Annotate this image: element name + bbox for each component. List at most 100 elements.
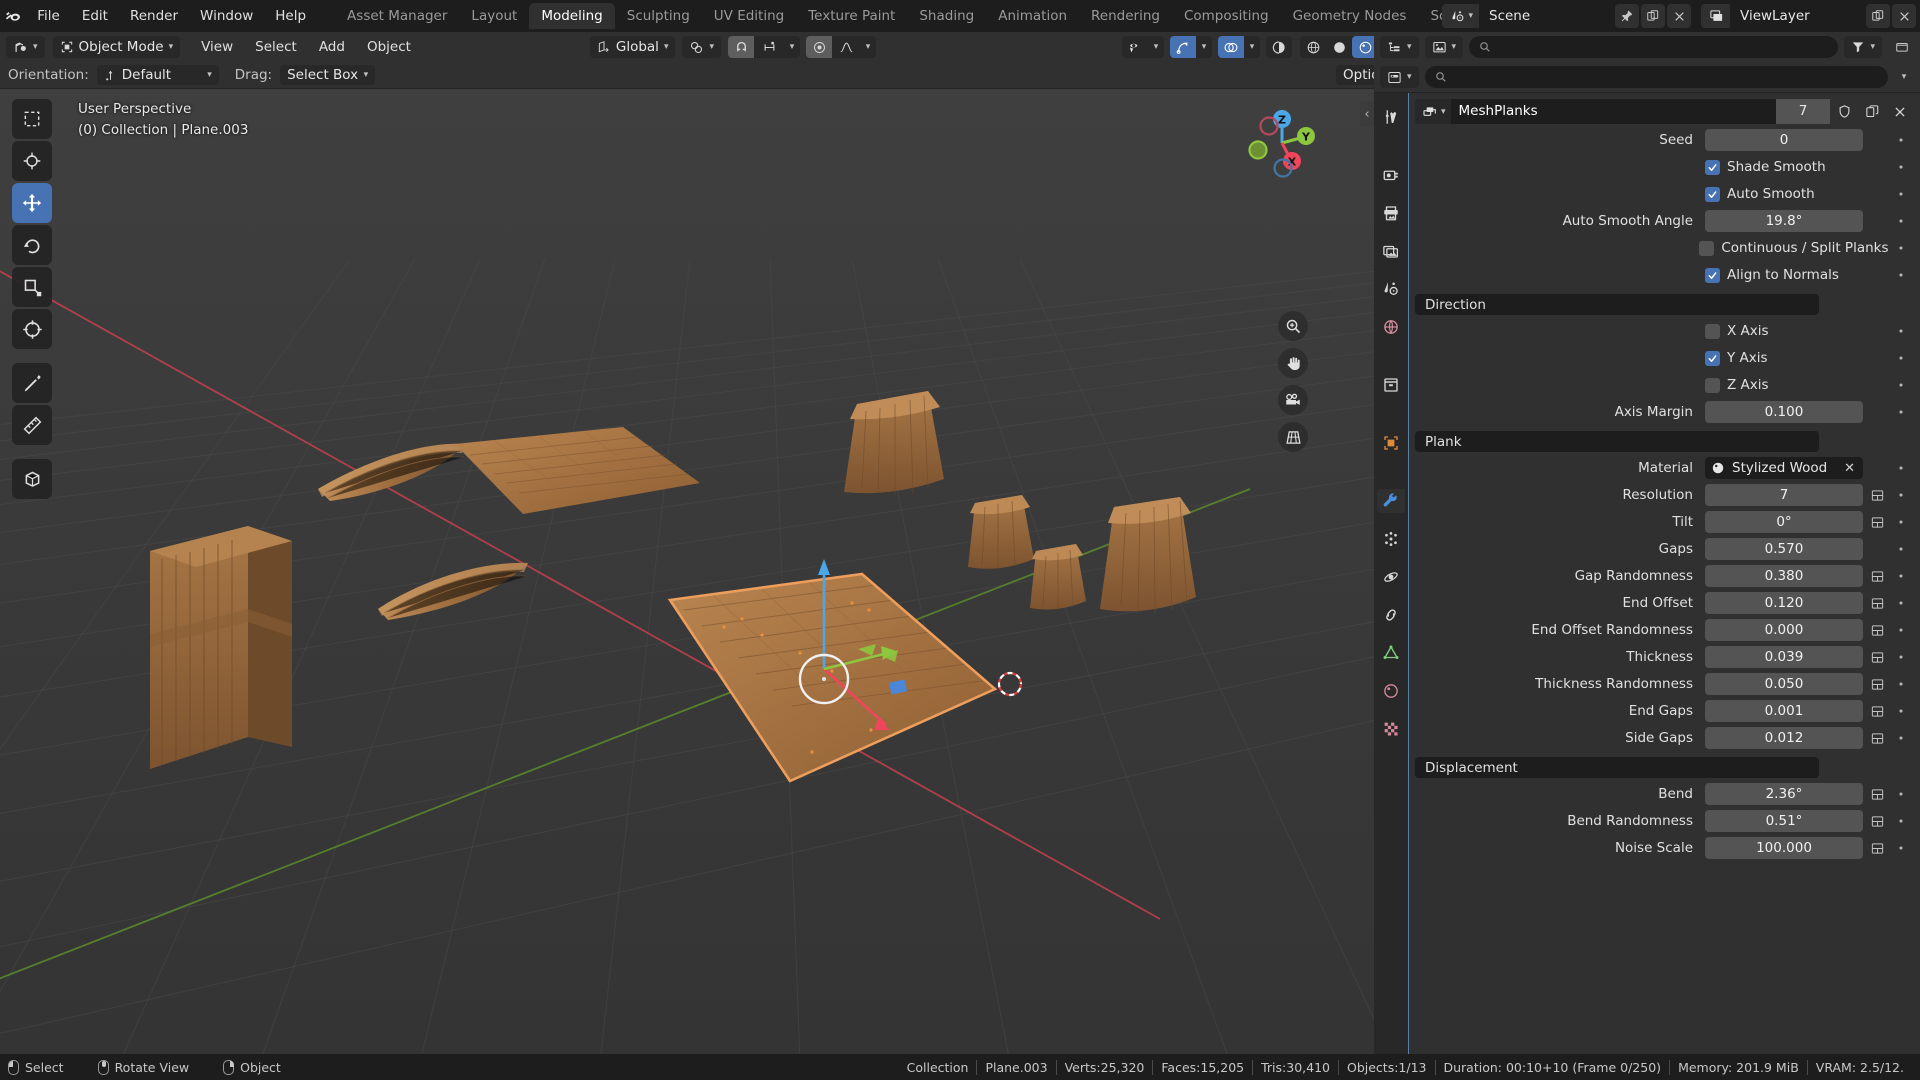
pan-hand-icon[interactable] bbox=[1278, 348, 1308, 378]
transform-tool[interactable] bbox=[12, 309, 52, 349]
render-tab[interactable] bbox=[1377, 163, 1405, 187]
viewport-canvas[interactable] bbox=[0, 89, 1374, 1062]
checkbox-auto-smooth[interactable] bbox=[1705, 186, 1720, 202]
falloff-smooth-icon[interactable] bbox=[832, 36, 860, 58]
workspace-tab-asset-manager[interactable]: Asset Manager bbox=[335, 3, 459, 29]
property-value-field[interactable]: 0.100 bbox=[1705, 401, 1863, 423]
animate-property-dot[interactable] bbox=[1888, 218, 1914, 224]
object-visibility-icon[interactable] bbox=[1122, 36, 1148, 58]
new-viewlayer-icon[interactable] bbox=[1866, 4, 1890, 28]
properties-section-direction[interactable]: Direction bbox=[1415, 294, 1819, 315]
view-layer-icon[interactable] bbox=[1701, 4, 1730, 28]
animate-property-dot[interactable] bbox=[1888, 818, 1914, 824]
scene-tab[interactable] bbox=[1377, 277, 1405, 301]
property-value-field[interactable]: 0° bbox=[1705, 511, 1863, 533]
material-tab[interactable] bbox=[1377, 679, 1405, 703]
annotate-tool[interactable] bbox=[12, 363, 52, 403]
node-input-icon[interactable] bbox=[1866, 592, 1888, 614]
property-value-field[interactable]: 2.36° bbox=[1705, 783, 1863, 805]
duplicate-icon[interactable] bbox=[1858, 99, 1886, 124]
checkbox-shade-smooth[interactable] bbox=[1705, 159, 1720, 175]
3d-viewport[interactable]: User Perspective (0) Collection | Plane.… bbox=[0, 89, 1374, 1062]
property-value-field[interactable]: 0 bbox=[1705, 129, 1863, 151]
animate-property-dot[interactable] bbox=[1888, 681, 1914, 687]
outliner-icon[interactable]: ▾ bbox=[1380, 36, 1419, 58]
collection-tab[interactable] bbox=[1377, 373, 1405, 397]
rotate-tool[interactable] bbox=[12, 225, 52, 265]
chevron-down-icon[interactable]: ▾ bbox=[1148, 42, 1164, 52]
shading-solid-icon[interactable] bbox=[1326, 36, 1352, 58]
node-input-icon[interactable] bbox=[1866, 673, 1888, 695]
menu-item-window[interactable]: Window bbox=[189, 5, 264, 27]
node-input-icon[interactable] bbox=[1866, 727, 1888, 749]
chevron-down-icon[interactable]: ▾ bbox=[784, 42, 800, 52]
chevron-down-icon[interactable]: ▾ bbox=[1244, 42, 1260, 52]
animate-property-dot[interactable] bbox=[1888, 465, 1914, 471]
snap-magnet-icon[interactable] bbox=[728, 36, 754, 58]
gizmo-group[interactable]: ▾ bbox=[1170, 36, 1212, 58]
navigation-gizmo[interactable]: Z Y X bbox=[1242, 103, 1322, 183]
modifier-tab[interactable] bbox=[1377, 489, 1405, 513]
workspace-tab-layout[interactable]: Layout bbox=[459, 3, 529, 29]
property-value-field[interactable]: 0.570 bbox=[1705, 538, 1863, 560]
pivot-point-icon[interactable]: ▾ bbox=[682, 36, 721, 58]
viewport-menu-view[interactable]: View bbox=[190, 36, 244, 58]
node-input-icon[interactable] bbox=[1866, 565, 1888, 587]
property-value-field[interactable]: 0.51° bbox=[1705, 810, 1863, 832]
shading-wireframe-icon[interactable] bbox=[1300, 36, 1326, 58]
animate-property-dot[interactable] bbox=[1888, 191, 1914, 197]
animate-property-dot[interactable] bbox=[1888, 546, 1914, 552]
particles-tab[interactable] bbox=[1377, 527, 1405, 551]
checkbox-x-axis[interactable] bbox=[1705, 323, 1720, 339]
menu-item-render[interactable]: Render bbox=[119, 5, 189, 27]
animate-property-dot[interactable] bbox=[1888, 654, 1914, 660]
overlays-icon[interactable] bbox=[1218, 36, 1244, 58]
chevron-down-icon[interactable]: ▾ bbox=[1894, 72, 1914, 82]
animate-property-dot[interactable] bbox=[1889, 245, 1914, 251]
outliner-search-input[interactable] bbox=[1469, 36, 1839, 58]
tweak-select-box-tool[interactable] bbox=[12, 99, 52, 139]
node-input-icon[interactable] bbox=[1866, 837, 1888, 859]
proportional-editing-group[interactable]: ▾ bbox=[806, 36, 876, 58]
close-icon-viewlayer[interactable] bbox=[1892, 4, 1916, 28]
chevron-down-icon[interactable]: ▾ bbox=[860, 42, 876, 52]
geometry-nodes-icon[interactable]: ▾ bbox=[1415, 99, 1451, 124]
zoom-icon[interactable] bbox=[1278, 311, 1308, 341]
checkbox-continuous-split-planks[interactable] bbox=[1699, 240, 1715, 256]
snapping-group[interactable]: ▾ bbox=[728, 36, 800, 58]
workspace-tab-modeling[interactable]: Modeling bbox=[529, 3, 615, 29]
animate-property-dot[interactable] bbox=[1888, 409, 1914, 415]
workspace-tab-animation[interactable]: Animation bbox=[986, 3, 1079, 29]
modifier-name[interactable]: MeshPlanks bbox=[1450, 99, 1776, 124]
material-selector[interactable]: Stylized Wood ✕ bbox=[1705, 457, 1863, 479]
property-value-field[interactable]: 100.000 bbox=[1705, 837, 1863, 859]
blender-logo-icon[interactable] bbox=[0, 0, 26, 32]
workspace-tab-rendering[interactable]: Rendering bbox=[1079, 3, 1172, 29]
properties-search-input[interactable] bbox=[1424, 66, 1888, 88]
checkbox-align-to-normals[interactable] bbox=[1705, 267, 1720, 283]
transform-orientation-selector[interactable]: Global ▾ bbox=[589, 36, 676, 58]
world-tab[interactable] bbox=[1377, 315, 1405, 339]
display-mode-icon[interactable]: ▾ bbox=[1424, 36, 1464, 58]
animate-property-dot[interactable] bbox=[1888, 845, 1914, 851]
animate-property-dot[interactable] bbox=[1888, 328, 1914, 334]
view-layer-tab[interactable] bbox=[1377, 239, 1405, 263]
chevron-down-icon[interactable]: ▾ bbox=[1196, 42, 1212, 52]
animate-property-dot[interactable] bbox=[1888, 627, 1914, 633]
cursor-tool[interactable] bbox=[12, 141, 52, 181]
workspace-tab-uv-editing[interactable]: UV Editing bbox=[702, 3, 796, 29]
property-value-field[interactable]: 0.012 bbox=[1705, 727, 1863, 749]
workspace-tab-sc[interactable]: Sc bbox=[1418, 3, 1442, 29]
menu-item-help[interactable]: Help bbox=[264, 5, 317, 27]
animate-property-dot[interactable] bbox=[1888, 492, 1914, 498]
workspace-tab-sculpting[interactable]: Sculpting bbox=[615, 3, 702, 29]
viewlayer-name[interactable]: ViewLayer bbox=[1730, 4, 1860, 28]
properties-section-plank[interactable]: Plank bbox=[1415, 431, 1819, 452]
checkbox-z-axis[interactable] bbox=[1705, 377, 1720, 393]
measure-tool[interactable] bbox=[12, 405, 52, 445]
workspace-tab-compositing[interactable]: Compositing bbox=[1172, 3, 1281, 29]
animate-property-dot[interactable] bbox=[1888, 573, 1914, 579]
scene-icon[interactable]: ▾ bbox=[1442, 4, 1479, 28]
animate-property-dot[interactable] bbox=[1888, 382, 1914, 388]
node-input-icon[interactable] bbox=[1866, 783, 1888, 805]
